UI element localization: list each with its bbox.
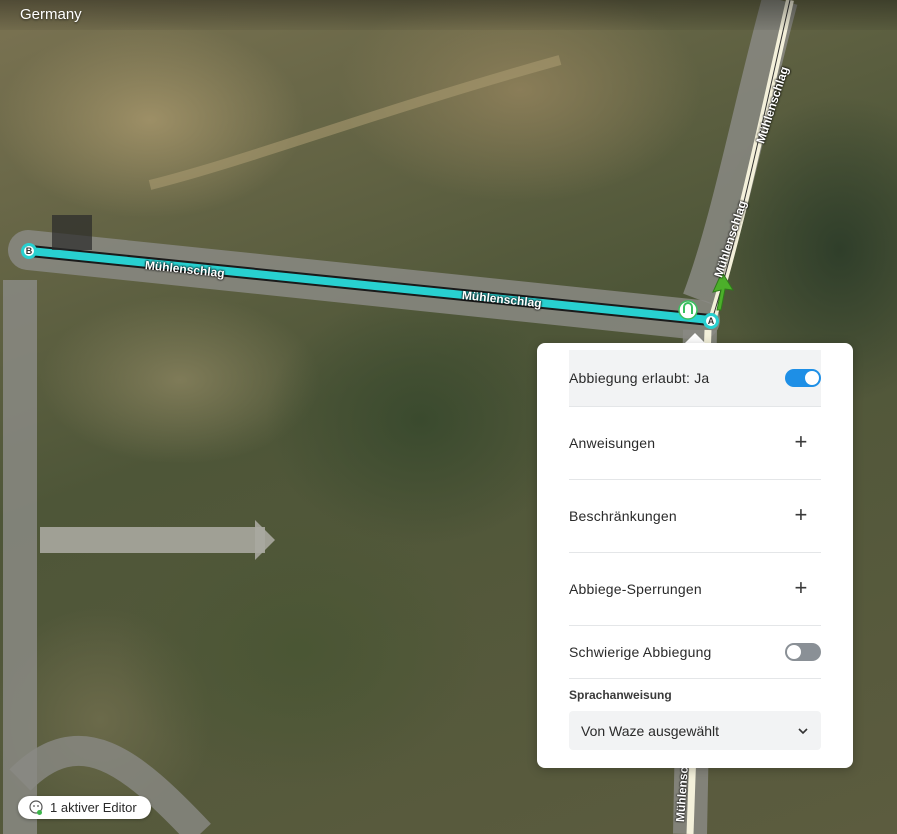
dirt-path (148, 55, 562, 190)
selected-segment[interactable] (26, 247, 714, 324)
chevron-down-icon (798, 727, 808, 734)
restrictions-row[interactable]: Beschränkungen + (569, 480, 821, 552)
toggle-knob (787, 645, 801, 659)
voice-selected-value: Von Waze ausgewählt (581, 722, 720, 739)
add-closure-icon[interactable]: + (789, 577, 813, 601)
top-banner (0, 0, 897, 30)
add-instruction-icon[interactable]: + (789, 431, 813, 455)
voice-instruction-select[interactable]: Von Waze ausgewählt (569, 711, 821, 750)
panel-pointer (685, 333, 705, 343)
toggle-knob (805, 371, 819, 385)
add-restriction-icon[interactable]: + (789, 504, 813, 528)
country-label: Germany (20, 6, 82, 23)
node-b-marker[interactable]: B (21, 243, 37, 259)
road-southwest-grey (9, 736, 211, 834)
building (52, 215, 92, 250)
voice-section-title: Sprachanweisung (569, 688, 672, 702)
instructions-label: Anweisungen (569, 435, 656, 451)
turn-allowed-toggle[interactable] (785, 369, 821, 387)
turn-closures-label: Abbiege-Sperrungen (569, 581, 702, 597)
cul-de-sac-end (255, 520, 275, 560)
turn-panel: Abbiegung erlaubt: Ja Anweisungen + Besc… (537, 343, 853, 768)
turn-allowed-label: Abbiegung erlaubt: Ja (569, 370, 710, 386)
restrictions-label: Beschränkungen (569, 508, 677, 524)
turn-closures-row[interactable]: Abbiege-Sperrungen + (569, 553, 821, 625)
difficult-turn-label: Schwierige Abbiegung (569, 644, 712, 660)
difficult-turn-toggle[interactable] (785, 643, 821, 661)
active-editors-pill[interactable]: 1 aktiver Editor (18, 796, 151, 819)
divider (569, 678, 821, 679)
node-a-marker[interactable]: A (703, 313, 719, 329)
turn-allowed-row[interactable]: Abbiegung erlaubt: Ja (569, 350, 821, 406)
difficult-turn-row[interactable]: Schwierige Abbiegung (569, 626, 821, 678)
waze-editor-icon (29, 799, 43, 815)
road-north-grey (683, 0, 798, 307)
editor-count-label: 1 aktiver Editor (50, 800, 137, 815)
instructions-row[interactable]: Anweisungen + (569, 407, 821, 479)
